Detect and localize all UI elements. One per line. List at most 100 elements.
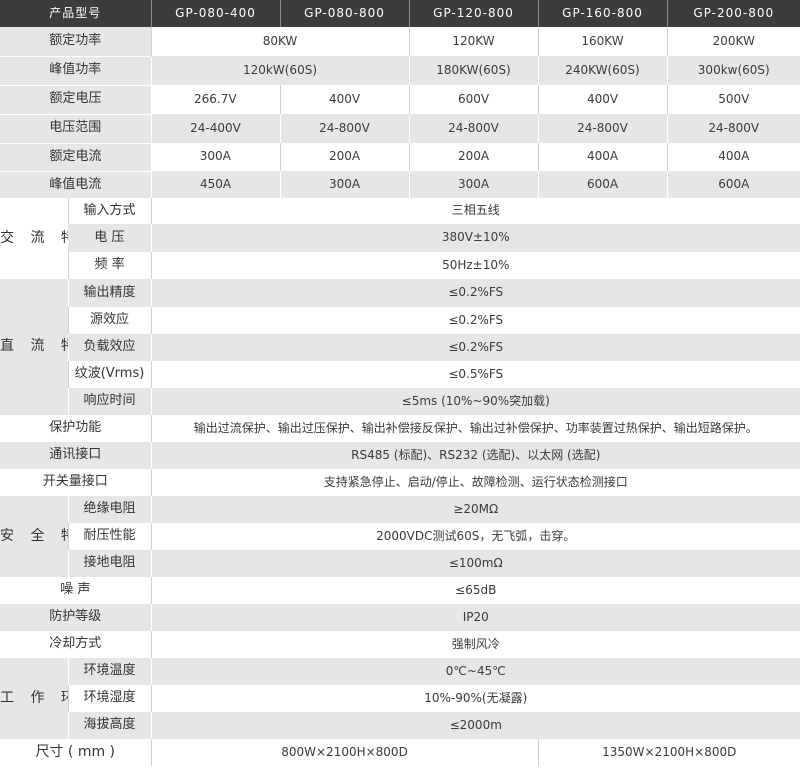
voltage-range-row: 电压范围 24-400V 24-800V 24-800V 24-800V 24-… [0,113,800,143]
voltage-range-label: 电压范围 [0,113,152,143]
ac-input-label: 输入方式 [67,198,152,224]
safety-withstand-label: 耐压性能 [67,523,152,550]
switch-io-row: 开关量接口 支持紧急停止、启动/停止、故障检测、运行状态检测接口 [0,469,800,496]
protection-label: 保护功能 [0,415,152,442]
ac-voltage-value: 380V±10% [150,224,800,252]
noise-label: 噪 声 [0,577,152,604]
voltage-range-5: 24-800V [666,114,800,143]
env-altitude-row: 海拔高度 ≤2000m [0,712,800,739]
safety-insulation-label: 绝缘电阻 [67,496,152,523]
model-1: GP-080-400 [150,0,281,27]
rated-current-4: 400A [537,143,668,171]
safety-ground-value: ≤100mΩ [150,550,800,577]
dc-response-value: ≤5ms (10%~90%突加载) [150,388,800,415]
dc-load-value: ≤0.2%FS [150,334,800,361]
dc-source-label: 源效应 [67,307,152,334]
size-row: 尺寸 ( mm ) 800W×2100H×800D 1350W×2100H×80… [0,739,800,766]
ac-voltage-row: 电 压 380V±10% [0,224,800,252]
rated-power-160: 160KW [537,27,668,56]
peak-current-label: 峰值电流 [0,170,152,198]
protection-row: 保护功能 输出过流保护、输出过压保护、输出补偿接反保护、输出过补偿保护、功率装置… [0,415,800,442]
rated-voltage-row: 额定电压 266.7V 400V 600V 400V 500V [0,84,800,114]
dc-accuracy-row: 直 流 特 性 输出精度 ≤0.2%FS [0,279,800,415]
ac-frequency-row: 频 率 50Hz±10% [0,252,800,279]
peak-power-080: 120kW(60S) [150,56,410,85]
rated-current-3: 200A [408,143,539,171]
switch-io-value: 支持紧急停止、启动/停止、故障检测、运行状态检测接口 [150,469,800,496]
peak-power-200: 300kw(60S) [666,56,800,85]
peak-current-4: 600A [537,171,668,198]
env-temp-value: 0℃~45℃ [150,658,800,685]
model-3: GP-120-800 [408,0,539,27]
env-humidity-row: 环境湿度 10%-90%(无凝露) [0,685,800,712]
peak-current-row: 峰值电流 450A 300A 300A 600A 600A [0,170,800,198]
rated-current-2: 200A [279,143,410,171]
peak-current-3: 300A [408,171,539,198]
size-small: 800W×2100H×800D [150,739,539,766]
voltage-range-3: 24-800V [408,114,539,143]
env-altitude-value: ≤2000m [150,712,800,739]
comm-value: RS485 (标配)、RS232 (选配)、以太网 (选配) [150,442,800,469]
voltage-range-2: 24-800V [279,114,410,143]
dc-load-label: 负载效应 [67,334,152,361]
dc-category: 直 流 特 性 [0,279,68,415]
rated-current-5: 400A [666,143,800,171]
dc-accuracy-label: 输出精度 [67,279,152,307]
peak-power-160: 240KW(60S) [537,56,668,85]
env-temp-label: 环境温度 [67,658,152,685]
dc-accuracy-value: ≤0.2%FS [150,279,800,307]
env-temp-row: 工 作 环 境 环境温度 0℃~45℃ [0,658,800,739]
dc-ripple-row: 纹波(Vrms) ≤0.5%FS [0,361,800,388]
rated-voltage-5: 500V [666,85,800,114]
env-humidity-value: 10%-90%(无凝露) [150,685,800,712]
protection-value: 输出过流保护、输出过压保护、输出补偿接反保护、输出过补偿保护、功率装置过热保护、… [150,415,800,442]
rated-power-080: 80KW [150,27,410,56]
ip-row: 防护等级 IP20 [0,604,800,631]
cooling-label: 冷却方式 [0,631,152,658]
ip-value: IP20 [150,604,800,631]
safety-ground-label: 接地电阻 [67,550,152,577]
ac-input-value: 三相五线 [150,198,800,224]
rated-voltage-4: 400V [537,85,668,114]
peak-current-2: 300A [279,171,410,198]
dc-response-row: 响应时间 ≤5ms (10%~90%突加载) [0,388,800,415]
rated-voltage-1: 266.7V [151,85,281,114]
ac-category: 交 流 特 性 [0,198,68,279]
peak-power-120: 180KW(60S) [408,56,539,85]
model-4: GP-160-800 [537,0,668,27]
dc-source-value: ≤0.2%FS [150,307,800,334]
noise-row: 噪 声 ≤65dB [0,577,800,604]
peak-current-1: 450A [150,171,281,198]
dc-response-label: 响应时间 [67,388,152,415]
size-label: 尺寸 ( mm ) [0,739,152,766]
rated-power-label: 额定功率 [0,27,152,56]
safety-category: 安 全 特 性 [0,496,68,577]
noise-value: ≤65dB [150,577,800,604]
model-5: GP-200-800 [666,0,800,27]
env-altitude-label: 海拔高度 [67,712,152,739]
switch-io-label: 开关量接口 [0,469,152,496]
rated-voltage-3: 600V [408,85,539,114]
peak-power-row: 峰值功率 120kW(60S) 180KW(60S) 240KW(60S) 30… [0,55,800,85]
safety-insulation-value: ≥20MΩ [150,496,800,523]
size-large: 1350W×2100H×800D [537,739,800,766]
cooling-value: 强制风冷 [150,631,800,658]
ac-voltage-label: 电 压 [68,224,152,252]
ip-label: 防护等级 [0,604,152,631]
comm-row: 通讯接口 RS485 (标配)、RS232 (选配)、以太网 (选配) [0,442,800,469]
env-category: 工 作 环 境 [0,658,68,739]
voltage-range-4: 24-800V [537,114,668,143]
rated-current-label: 额定电流 [0,142,152,171]
header-label: 产品型号 [0,0,152,27]
safety-withstand-value: 2000VDC测试60S，无飞弧，击穿。 [150,523,800,550]
rated-power-120: 120KW [408,27,539,56]
dc-source-row: 源效应 ≤0.2%FS [0,307,800,334]
spec-table: 产品型号 GP-080-400 GP-080-800 GP-120-800 GP… [0,0,800,766]
dc-load-row: 负载效应 ≤0.2%FS [0,334,800,361]
cooling-row: 冷却方式 强制风冷 [0,631,800,658]
comm-label: 通讯接口 [0,442,152,469]
ac-input-row: 交 流 特 性 输入方式 三相五线 [0,198,800,279]
dc-ripple-value: ≤0.5%FS [150,361,800,388]
safety-withstand-row: 耐压性能 2000VDC测试60S，无飞弧，击穿。 [0,523,800,550]
safety-insulation-row: 安 全 特 性 绝缘电阻 ≥20MΩ [0,496,800,577]
